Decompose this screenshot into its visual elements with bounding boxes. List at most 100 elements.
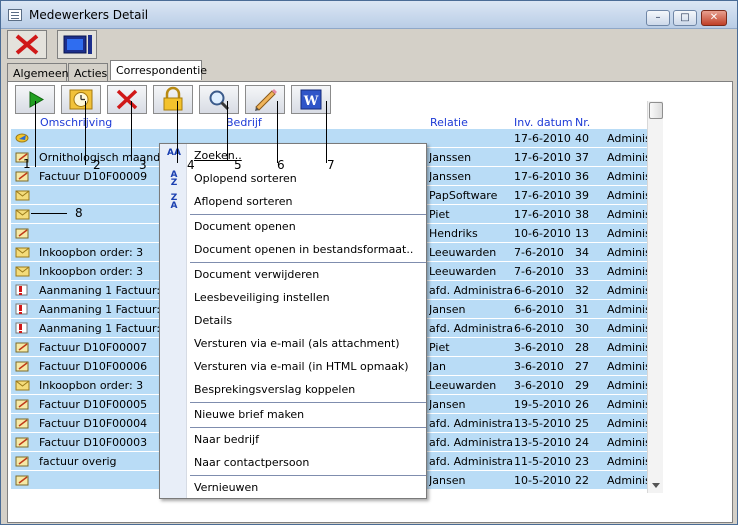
warning-doc-icon xyxy=(15,284,30,296)
cell-nr: 37 xyxy=(575,151,589,164)
callout-5: 5 xyxy=(234,158,242,172)
column-bedrijf[interactable]: Bedrijf xyxy=(226,116,262,129)
menu-label: Naar bedrijf xyxy=(194,433,259,446)
cell-extra: Administ xyxy=(607,246,647,259)
note-icon xyxy=(15,227,30,239)
magnifier-icon xyxy=(209,90,230,111)
cell-extra: Administ xyxy=(607,227,647,240)
menu-label: Versturen via e-mail (als attachment) xyxy=(194,337,400,350)
menu-separator xyxy=(190,427,426,428)
menu-item-document-verwijderen[interactable]: Document verwijderen xyxy=(188,265,426,285)
callout-line-2 xyxy=(85,101,86,165)
column-omschrijving[interactable]: Omschrijving xyxy=(40,116,112,129)
menu-item-document-openen[interactable]: Document openen xyxy=(188,217,426,237)
word-button[interactable]: W xyxy=(291,85,331,114)
menu-label: Vernieuwen xyxy=(194,481,259,494)
tab-algemeen[interactable]: Algemeen xyxy=(7,63,69,81)
cell-extra: Administ xyxy=(607,417,647,430)
menu-separator xyxy=(190,214,426,215)
cell-extra: Administ xyxy=(607,170,647,183)
pencil-icon xyxy=(255,89,277,111)
menu-item-naar-bedrijf[interactable]: Naar bedrijf xyxy=(188,430,426,450)
cell-extra: Administ xyxy=(607,360,647,373)
schedule-button[interactable] xyxy=(61,85,101,114)
menu-item-aflopend-sorteren[interactable]: Aflopend sorteren xyxy=(188,192,426,212)
cell-nr: 38 xyxy=(575,208,589,221)
maximize-button[interactable]: □ xyxy=(673,10,697,26)
column-nr[interactable]: Nr. xyxy=(575,116,590,129)
cell-relatie: Jansen xyxy=(429,474,466,487)
cell-relatie: Jansen xyxy=(429,398,466,411)
menu-label: Details xyxy=(194,314,233,327)
cell-extra: Administ xyxy=(607,208,647,221)
windows-icon xyxy=(63,35,92,54)
menu-item-email-attachment[interactable]: Versturen via e-mail (als attachment) xyxy=(188,334,426,354)
column-inv-datum[interactable]: Inv. datum xyxy=(514,116,573,129)
cell-inv-datum: 3-6-2010 xyxy=(514,341,564,354)
callout-6: 6 xyxy=(277,158,285,172)
menu-item-document-openen-bestandsformaat[interactable]: Document openen in bestandsformaat.. xyxy=(188,240,426,260)
scroll-down-arrow[interactable] xyxy=(652,483,660,488)
close-record-button[interactable] xyxy=(7,30,47,59)
cell-omschrijving: Aanmaning 1 Factuur: D1 xyxy=(39,284,161,297)
note-icon xyxy=(15,170,30,182)
window-switch-button[interactable] xyxy=(57,30,97,59)
cell-relatie: Leeuwarden xyxy=(429,246,497,259)
delete-button[interactable] xyxy=(107,85,147,114)
callout-line-3 xyxy=(131,101,132,161)
menu-item-nieuwe-brief[interactable]: Nieuwe brief maken xyxy=(188,405,426,425)
cell-extra: Administ xyxy=(607,341,647,354)
close-record-icon xyxy=(15,34,39,55)
note-icon xyxy=(15,474,30,486)
title-bar: Medewerkers Detail – □ ✕ xyxy=(1,1,737,29)
cell-omschrijving: Aanmaning 1 Factuur: D1 xyxy=(39,303,161,316)
menu-item-vernieuwen[interactable]: Vernieuwen xyxy=(188,478,426,498)
cell-nr: 34 xyxy=(575,246,589,259)
clock-icon xyxy=(69,89,93,110)
cell-extra: Administ xyxy=(607,322,647,335)
menu-item-zoeken[interactable]: Zoeken.. xyxy=(188,146,426,166)
cell-nr: 29 xyxy=(575,379,589,392)
envelope-icon xyxy=(15,246,30,258)
window: Medewerkers Detail – □ ✕ Algemeen Acties… xyxy=(0,0,738,525)
edit-button[interactable] xyxy=(245,85,285,114)
arrow-doc-icon xyxy=(15,132,30,144)
column-relatie[interactable]: Relatie xyxy=(430,116,468,129)
menu-label: Document verwijderen xyxy=(194,268,320,281)
callout-line-7 xyxy=(326,101,327,163)
callout-4: 4 xyxy=(187,158,195,172)
lock-button[interactable] xyxy=(153,85,193,114)
cell-relatie: Piet xyxy=(429,208,450,221)
cell-relatie: Jansen xyxy=(429,303,466,316)
cell-inv-datum: 13-5-2010 xyxy=(514,436,571,449)
minimize-button[interactable]: – xyxy=(646,10,670,26)
close-button[interactable]: ✕ xyxy=(701,10,727,26)
sort-descending-icon: Z A xyxy=(170,193,178,211)
menu-label: Nieuwe brief maken xyxy=(194,408,305,421)
app-icon xyxy=(8,9,22,21)
cell-omschrijving: Inkoopbon order: 3 xyxy=(39,379,144,392)
scroll-thumb[interactable] xyxy=(649,102,663,119)
menu-item-besprekingsverslag[interactable]: Besprekingsverslag koppelen xyxy=(188,380,426,400)
tab-correspondentie[interactable]: Correspondentie xyxy=(110,60,207,80)
menu-item-oplopend-sorteren[interactable]: Oplopend sorteren xyxy=(188,169,426,189)
tab-acties[interactable]: Acties xyxy=(68,63,108,81)
menu-item-details[interactable]: Details xyxy=(188,311,426,331)
search-button[interactable] xyxy=(199,85,239,114)
menu-item-email-html[interactable]: Versturen via e-mail (in HTML opmaak) xyxy=(188,357,426,377)
cell-relatie: Janssen xyxy=(429,170,472,183)
vertical-scrollbar[interactable] xyxy=(647,101,663,493)
window-title: Medewerkers Detail xyxy=(29,8,149,22)
cell-nr: 22 xyxy=(575,474,589,487)
word-icon: W xyxy=(300,89,322,110)
cell-inv-datum: 7-6-2010 xyxy=(514,246,564,259)
delete-icon xyxy=(116,89,138,110)
note-icon xyxy=(15,341,30,353)
menu-item-naar-contactpersoon[interactable]: Naar contactpersoon xyxy=(188,453,426,473)
cell-relatie: Jan xyxy=(429,360,446,373)
menu-item-leesbeveiliging[interactable]: Leesbeveiliging instellen xyxy=(188,288,426,308)
cell-inv-datum: 6-6-2010 xyxy=(514,322,564,335)
cell-extra: Administ xyxy=(607,189,647,202)
cell-extra: Administ xyxy=(607,265,647,278)
cell-nr: 31 xyxy=(575,303,589,316)
